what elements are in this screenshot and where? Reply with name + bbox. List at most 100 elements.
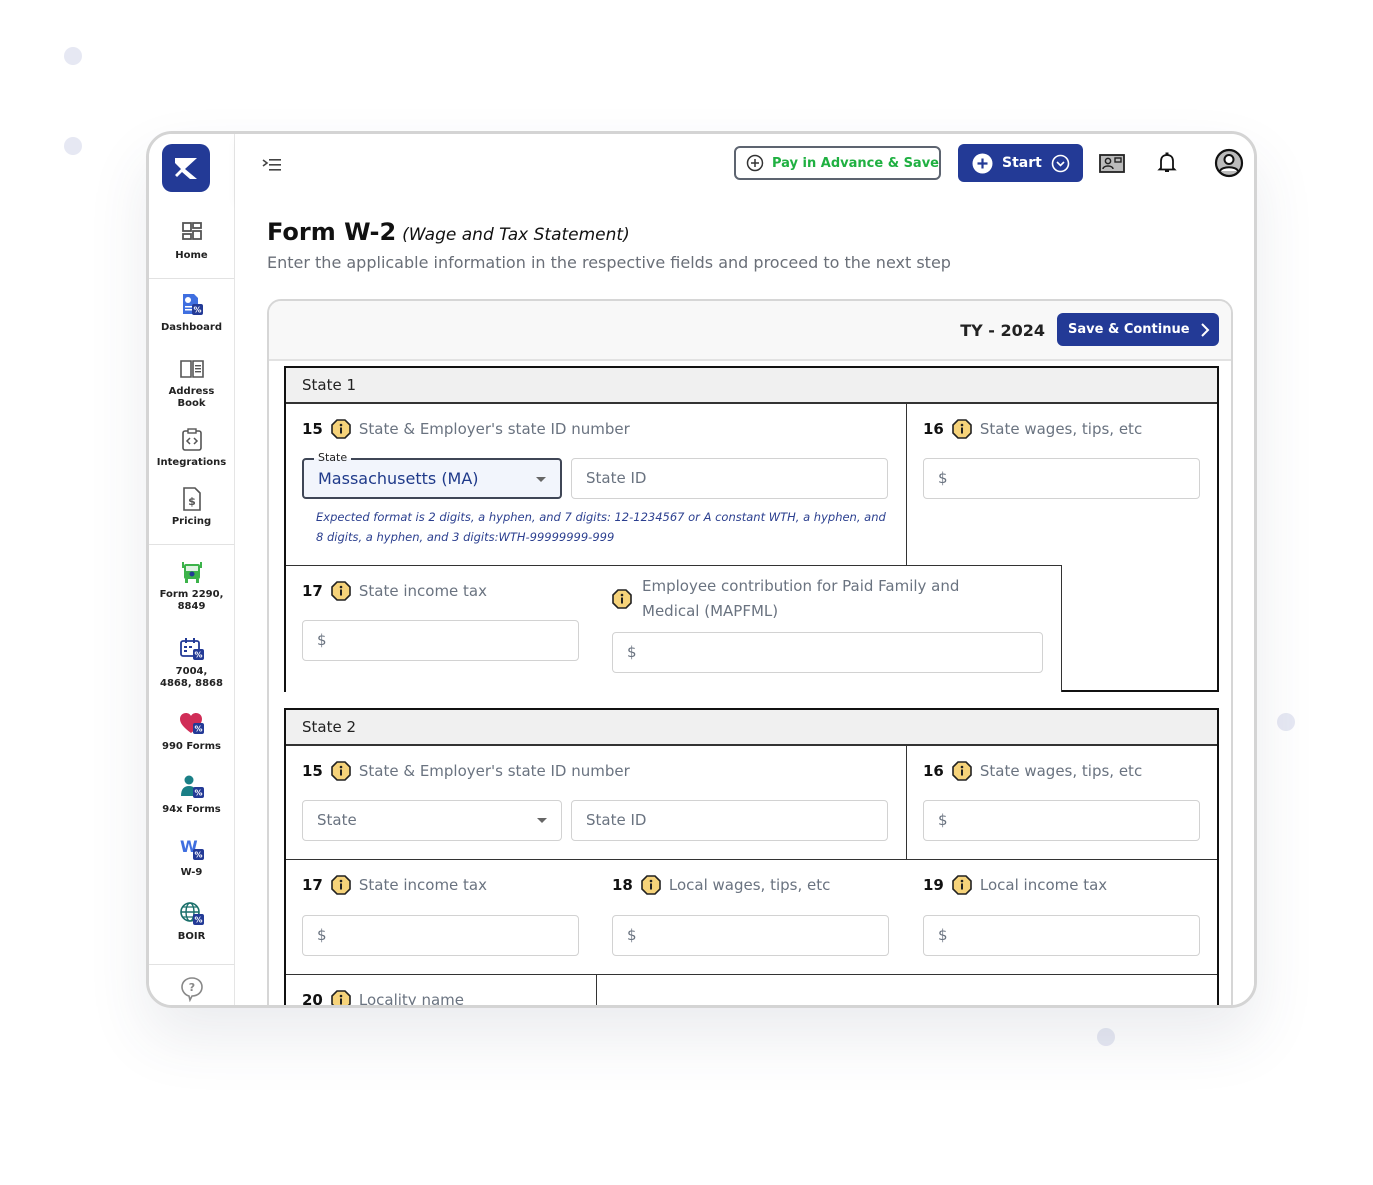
tax-year-label: TY - 2024 — [960, 321, 1045, 340]
sidebar-item-label: Home — [175, 250, 208, 261]
sidebar-item-form-2290[interactable]: Form 2290, 8849 — [149, 559, 234, 613]
box-label-text: State & Employer's state ID number — [358, 420, 630, 438]
sidebar-item-integrations[interactable]: Integrations — [149, 427, 234, 469]
info-icon[interactable] — [952, 761, 972, 781]
box-label-text: Locality name — [358, 991, 464, 1008]
box-15-label: 15 State & Employer's state ID number — [302, 419, 630, 439]
sidebar-item-extension-forms[interactable]: % 7004, 4868, 8868 — [149, 636, 234, 690]
mapfml-label-line-1: Employee contribution for Paid Family an… — [642, 577, 960, 595]
state-id-format-hint: Expected format is 2 digits, a hyphen, a… — [316, 510, 886, 544]
state-select[interactable]: State Massachusetts (MA) — [302, 451, 562, 499]
currency-placeholder: $ — [627, 643, 637, 661]
box-16-label: 16 State wages, tips, etc — [923, 761, 1142, 781]
w2-form-card: TY - 2024 Save & Continue State 1 15 Sta… — [267, 299, 1233, 1008]
info-icon[interactable] — [641, 875, 661, 895]
contact-card-icon[interactable] — [1098, 150, 1126, 176]
box-number: 15 — [302, 420, 323, 438]
box-label-text: State & Employer's state ID number — [358, 762, 630, 780]
chevron-right-icon — [1200, 322, 1209, 337]
info-icon[interactable] — [612, 589, 632, 609]
box-label-text: State wages, tips, etc — [979, 420, 1143, 438]
menu-toggle-icon[interactable] — [261, 156, 283, 174]
chevron-down-circle-icon — [1051, 154, 1070, 172]
box-19-label: 19 Local income tax — [923, 875, 1107, 895]
sidebar-item-pricing[interactable]: $ Pricing — [149, 486, 234, 528]
plus-circle-filled-icon — [972, 153, 993, 173]
svg-text:%: % — [194, 851, 202, 860]
user-avatar-icon[interactable] — [1214, 148, 1244, 178]
sidebar-item-label: Address Book — [168, 386, 215, 409]
info-icon[interactable] — [331, 581, 351, 601]
sidebar-item-dashboard[interactable]: % Dashboard — [149, 292, 234, 334]
info-icon[interactable] — [331, 875, 351, 895]
sidebar-item-home[interactable]: Home — [149, 220, 234, 262]
box-label-text: State income tax — [358, 876, 488, 894]
info-icon[interactable] — [331, 419, 351, 439]
box-16-cell: 16 State wages, tips, etc $ — [907, 404, 1217, 566]
sidebar: Home % Dashboard Address Book Integratio… — [149, 134, 235, 1005]
local-wages-input[interactable]: $ — [612, 915, 889, 956]
start-button[interactable]: Start — [958, 144, 1083, 182]
sidebar-item-label: 94x Forms — [162, 804, 221, 815]
state-select[interactable]: State — [302, 800, 562, 841]
box-17-label: 17 State income tax — [302, 875, 487, 895]
box-number: 18 — [612, 876, 633, 894]
currency-placeholder: $ — [317, 926, 327, 944]
calendar-icon: % — [179, 638, 204, 660]
box-label-text: State income tax — [358, 582, 488, 600]
page-title: Form W-2 (Wage and Tax Statement) — [267, 218, 630, 246]
info-icon[interactable] — [331, 990, 351, 1008]
top-bar: Pay in Advance & Save Start — [235, 134, 1254, 198]
box-17-label: 17 State income tax — [302, 581, 487, 601]
heart-icon: % — [179, 713, 204, 734]
box-label-text: Local wages, tips, etc — [668, 876, 831, 894]
info-icon[interactable] — [331, 761, 351, 781]
state-wages-input[interactable]: $ — [923, 800, 1200, 841]
svg-text:%: % — [194, 651, 202, 660]
sidebar-item-w9[interactable]: W% W-9 — [149, 837, 234, 879]
box-16-cell: 16 State wages, tips, etc $ — [907, 746, 1217, 860]
state-select-float-label: State — [314, 451, 352, 465]
sidebar-item-990-forms[interactable]: % 990 Forms — [149, 711, 234, 753]
dashboard-icon: % — [182, 294, 203, 315]
caret-down-icon — [537, 818, 547, 823]
grid-icon — [181, 222, 202, 240]
sidebar-item-address-book[interactable]: Address Book — [149, 356, 234, 410]
state-income-tax-input[interactable]: $ — [302, 915, 579, 956]
form-card-header: TY - 2024 Save & Continue — [269, 301, 1231, 361]
currency-placeholder: $ — [627, 926, 637, 944]
integrations-icon — [181, 428, 202, 451]
box-20-cell: 20 Locality name — [286, 975, 597, 1008]
mapfml-input[interactable]: $ — [612, 632, 1043, 673]
bell-icon[interactable] — [1153, 150, 1181, 176]
help-icon: ? — [180, 977, 203, 1002]
state-1-section: State 1 15 State & Employer's state ID n… — [284, 366, 1219, 692]
brand-logo[interactable] — [162, 144, 210, 192]
sidebar-item-boir[interactable]: % BOIR — [149, 901, 234, 943]
info-icon[interactable] — [952, 875, 972, 895]
caret-down-icon — [536, 477, 546, 482]
sidebar-item-label: Form 2290, 8849 — [159, 589, 224, 612]
sidebar-item-label: 7004, 4868, 8868 — [160, 666, 223, 689]
pay-in-advance-button[interactable]: Pay in Advance & Save — [734, 146, 941, 180]
svg-text:?: ? — [188, 981, 194, 994]
box-18-cell: 18 Local wages, tips, etc $ — [596, 860, 908, 975]
currency-placeholder: $ — [317, 631, 327, 649]
local-income-tax-input[interactable]: $ — [923, 915, 1200, 956]
box-number: 15 — [302, 762, 323, 780]
save-and-continue-button[interactable]: Save & Continue — [1057, 313, 1219, 346]
sidebar-item-94x-forms[interactable]: % 94x Forms — [149, 774, 234, 816]
globe-icon: % — [179, 902, 204, 925]
page-description: Enter the applicable information in the … — [267, 253, 951, 272]
info-icon[interactable] — [952, 419, 972, 439]
mapfml-label: Employee contribution for Paid Family an… — [612, 574, 959, 624]
svg-text:%: % — [194, 789, 202, 798]
state-income-tax-input[interactable]: $ — [302, 620, 579, 661]
truck-icon — [181, 562, 202, 583]
sidebar-item-help[interactable]: ? — [149, 976, 234, 1005]
sidebar-item-label: W-9 — [180, 867, 203, 878]
state-id-input[interactable]: State ID — [571, 458, 888, 499]
state-id-input[interactable]: State ID — [571, 800, 888, 841]
state-wages-input[interactable]: $ — [923, 458, 1200, 499]
state-id-placeholder: State ID — [586, 811, 647, 829]
